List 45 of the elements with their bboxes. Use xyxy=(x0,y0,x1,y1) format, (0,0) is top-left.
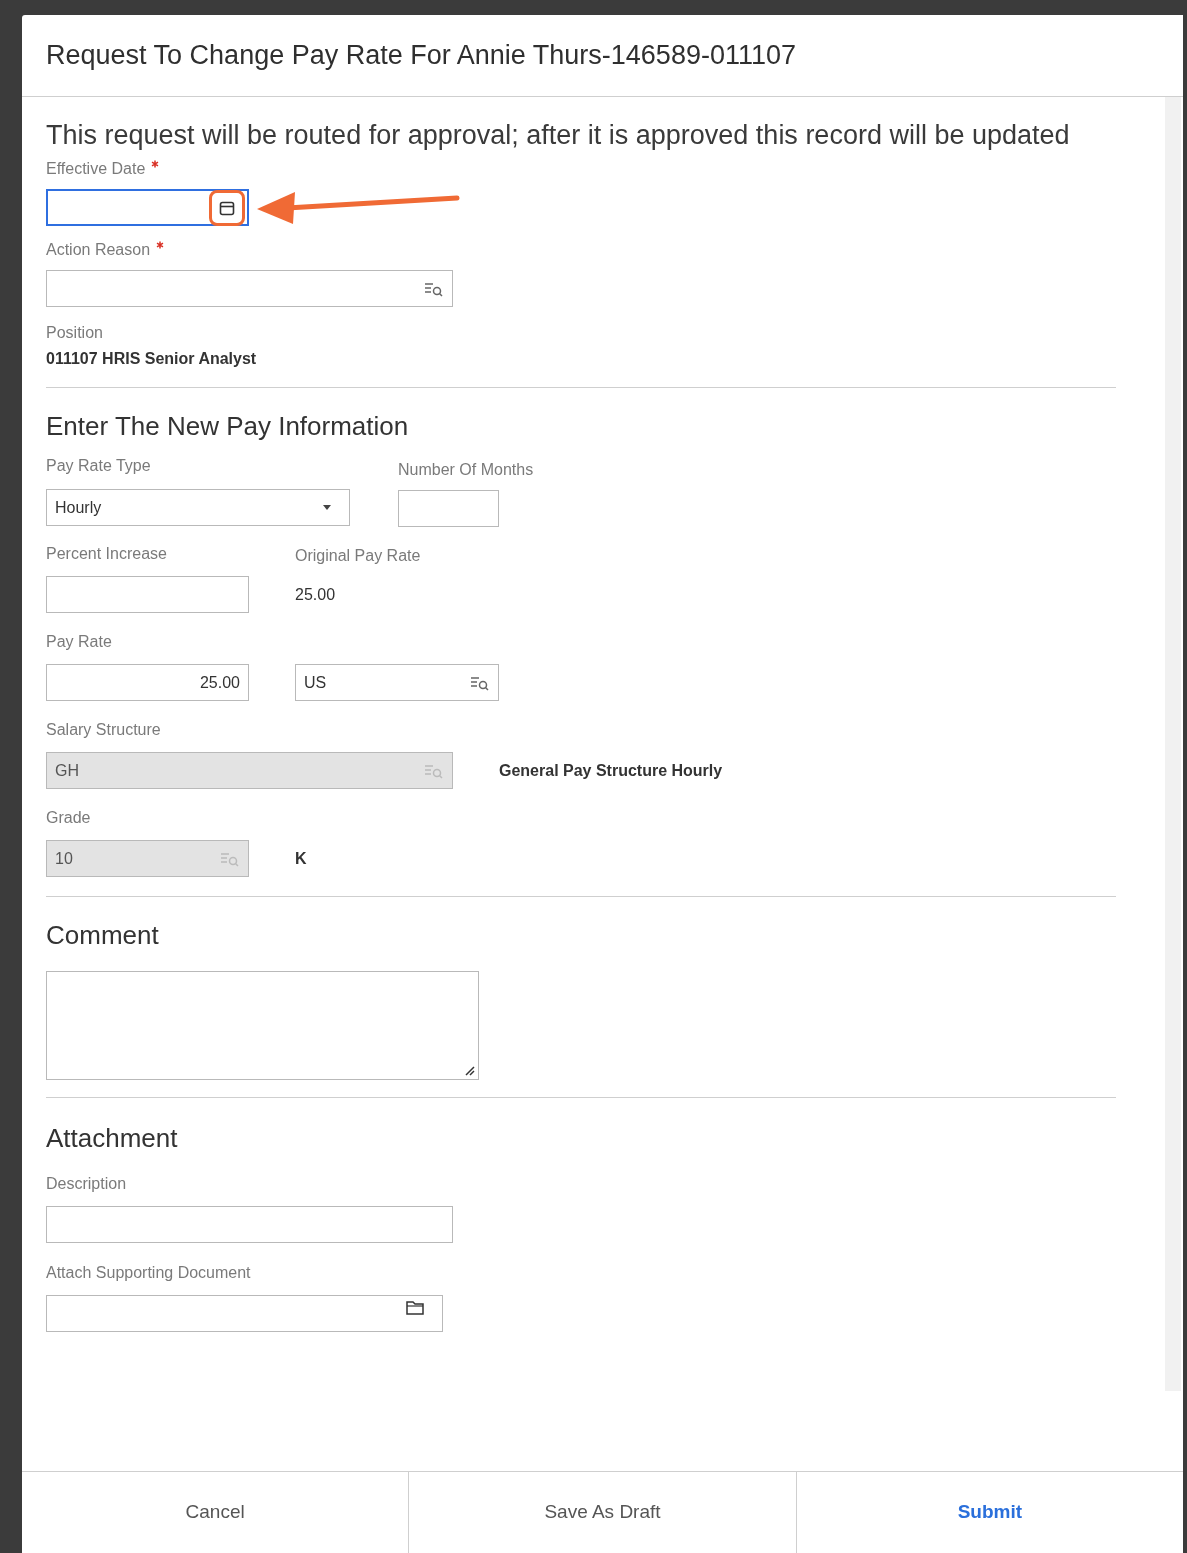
calendar-button[interactable] xyxy=(209,189,245,226)
folder-icon xyxy=(406,1300,424,1315)
resize-handle-icon xyxy=(463,1064,475,1076)
lookup-icon xyxy=(470,674,490,691)
input-field[interactable]: 25.00 xyxy=(46,664,249,701)
field-label: Attach Supporting Document xyxy=(46,1263,251,1283)
lookup-field: GH xyxy=(46,752,453,789)
dialog-title: Request To Change Pay Rate For Annie Thurs-146589-011107 xyxy=(46,39,796,73)
date-field[interactable] xyxy=(46,189,249,226)
position-value: 011107 HRIS Senior Analyst xyxy=(46,349,258,369)
field-label: Pay Rate Type xyxy=(46,456,151,476)
description-text: General Pay Structure Hourly xyxy=(499,760,723,781)
field-label: Position xyxy=(46,323,103,343)
section-heading: Attachment xyxy=(46,1122,179,1154)
calendar-icon xyxy=(219,199,235,216)
comment-box[interactable] xyxy=(46,971,479,1080)
pay-rate-value: 25.00 xyxy=(295,585,337,605)
file-field[interactable] xyxy=(46,1295,443,1332)
field-label: Original Pay Rate xyxy=(295,546,421,566)
field-label: Grade xyxy=(46,808,91,828)
description-text: K xyxy=(295,848,307,869)
input-field[interactable] xyxy=(46,1206,453,1243)
field-label: Action Reason xyxy=(46,240,151,260)
lookup-icon xyxy=(220,850,240,867)
field-label: Percent Increase xyxy=(46,544,167,564)
required-icon xyxy=(151,160,160,168)
notice-text: This request will be routed for approval; after it is approved this record will be updated xyxy=(46,119,1071,151)
field-label: Effective Date xyxy=(46,159,146,179)
input-field[interactable] xyxy=(398,490,499,527)
lookup-icon xyxy=(424,280,444,297)
dropdown[interactable]: Hourly xyxy=(46,489,350,526)
field-label: Pay Rate xyxy=(46,632,112,652)
required-icon xyxy=(156,241,165,249)
field-label: Salary Structure xyxy=(46,720,161,740)
lookup-icon xyxy=(424,762,444,779)
lookup-field[interactable] xyxy=(46,270,453,307)
input-field[interactable] xyxy=(46,576,249,613)
dropdown-caret-icon xyxy=(323,505,331,510)
lookup-field[interactable]: US xyxy=(295,664,499,701)
section-heading: Enter The New Pay Information xyxy=(46,410,410,442)
field-label: Number Of Months xyxy=(398,460,534,480)
scrollbar[interactable] xyxy=(1165,97,1181,1391)
lookup-field: 10 xyxy=(46,840,249,877)
section-heading: Comment xyxy=(46,919,160,951)
field-label: Description xyxy=(46,1174,127,1194)
